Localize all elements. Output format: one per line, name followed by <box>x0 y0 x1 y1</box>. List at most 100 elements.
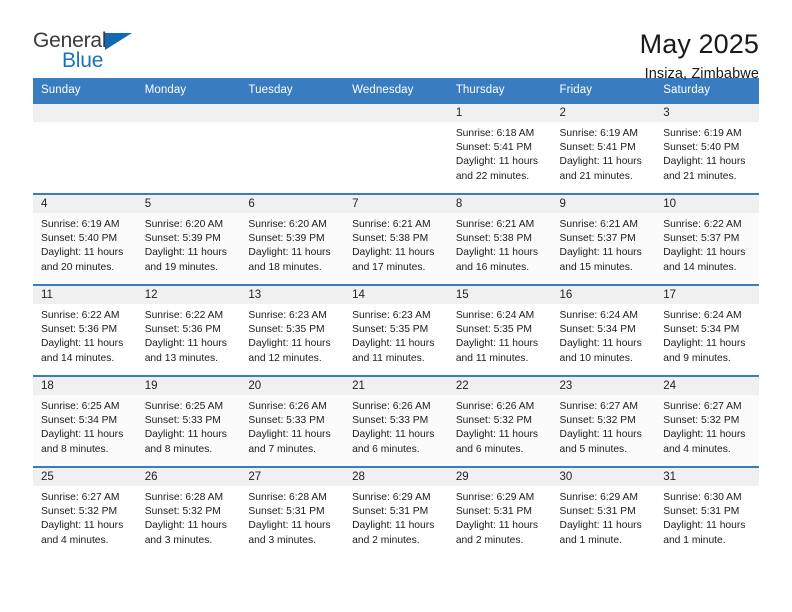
daylight-text-line1: Daylight: 11 hours <box>352 520 435 532</box>
calendar-cell-inner: 18 Sunrise: 6:25 AM Sunset: 5:34 PM Dayligh… <box>33 377 137 466</box>
daylight-text-line1: Daylight: 11 hours <box>144 247 227 259</box>
calendar-day-cell[interactable]: 19 Sunrise: 6:25 AM Sunset: 5:33 PM Dayligh… <box>136 375 241 467</box>
sunset-text: Sunset: 5:41 PM <box>455 142 532 154</box>
day-details: Sunrise: 6:26 AM Sunset: 5:33 PM Daylight:… <box>344 395 448 457</box>
sunset-text: Sunset: 5:35 PM <box>248 324 325 336</box>
calendar-cell-inner: 23 Sunrise: 6:27 AM Sunset: 5:32 PM Dayligh… <box>551 377 656 466</box>
calendar-day-cell[interactable]: 23 Sunrise: 6:27 AM Sunset: 5:32 PM Dayligh… <box>551 375 656 467</box>
calendar-week-row: 1 Sunrise: 6:18 AM Sunset: 5:41 PM Daylight… <box>33 102 759 194</box>
calendar-cell-inner: 11 Sunrise: 6:22 AM Sunset: 5:36 PM Dayligh… <box>33 286 137 375</box>
day-details: Sunrise: 6:23 AM Sunset: 5:35 PM Daylight:… <box>240 304 344 366</box>
calendar-day-cell[interactable]: 14 Sunrise: 6:23 AM Sunset: 5:35 PM Dayligh… <box>344 284 448 376</box>
day-number: 13 <box>240 286 345 304</box>
daylight-text-line1: Daylight: 11 hours <box>248 247 331 259</box>
calendar-cell-inner: 30 Sunrise: 6:29 AM Sunset: 5:31 PM Dayligh… <box>551 468 656 557</box>
calendar-day-cell[interactable]: 15 Sunrise: 6:24 AM Sunset: 5:35 PM Dayligh… <box>447 284 552 376</box>
daylight-text-line1: Daylight: 11 hours <box>41 247 124 259</box>
calendar-day-cell[interactable]: 5 Sunrise: 6:20 AM Sunset: 5:39 PM Daylight… <box>136 193 241 285</box>
sunrise-text: Sunrise: 6:24 AM <box>663 310 742 321</box>
calendar-body: 1 Sunrise: 6:18 AM Sunset: 5:41 PM Daylight… <box>33 102 759 557</box>
sunrise-text: Sunrise: 6:22 AM <box>144 310 224 321</box>
daylight-text-line2: and 12 minutes. <box>248 352 322 364</box>
sunrise-text: Sunrise: 6:25 AM <box>144 401 224 412</box>
calendar-day-cell[interactable]: 29 Sunrise: 6:29 AM Sunset: 5:31 PM Dayligh… <box>447 466 552 557</box>
sunrise-text: Sunrise: 6:29 AM <box>352 492 431 503</box>
day-number: 3 <box>655 104 759 122</box>
calendar-day-cell[interactable]: 3 Sunrise: 6:19 AM Sunset: 5:40 PM Daylight… <box>655 102 759 194</box>
calendar-day-cell[interactable]: 8 Sunrise: 6:21 AM Sunset: 5:38 PM Daylight… <box>447 193 552 285</box>
calendar-day-cell[interactable]: 30 Sunrise: 6:29 AM Sunset: 5:31 PM Dayligh… <box>551 466 656 557</box>
calendar-day-cell[interactable]: 11 Sunrise: 6:22 AM Sunset: 5:36 PM Dayligh… <box>33 284 137 376</box>
calendar-day-cell[interactable]: 9 Sunrise: 6:21 AM Sunset: 5:37 PM Daylight… <box>551 193 656 285</box>
daylight-text-line1: Daylight: 11 hours <box>559 338 642 350</box>
day-details: Sunrise: 6:27 AM Sunset: 5:32 PM Daylight:… <box>552 395 656 457</box>
sunrise-text: Sunrise: 6:25 AM <box>41 401 120 412</box>
calendar-cell-inner: 24 Sunrise: 6:27 AM Sunset: 5:32 PM Dayligh… <box>655 377 759 466</box>
day-number: 27 <box>240 468 345 486</box>
daylight-text-line2: and 9 minutes. <box>663 352 731 364</box>
calendar-day-cell[interactable]: 2 Sunrise: 6:19 AM Sunset: 5:41 PM Daylight… <box>551 102 656 194</box>
daylight-text-line2: and 11 minutes. <box>352 352 425 364</box>
calendar-day-cell[interactable]: 26 Sunrise: 6:28 AM Sunset: 5:32 PM Dayligh… <box>136 466 241 557</box>
general-blue-logo[interactable]: General Blue <box>33 28 143 76</box>
calendar-day-cell[interactable]: 31 Sunrise: 6:30 AM Sunset: 5:31 PM Dayligh… <box>655 466 759 557</box>
sunset-text: Sunset: 5:32 PM <box>144 506 221 518</box>
daylight-text-line1: Daylight: 11 hours <box>455 247 539 259</box>
day-number: 15 <box>447 286 552 304</box>
day-number: 26 <box>136 468 241 486</box>
day-details: Sunrise: 6:26 AM Sunset: 5:33 PM Daylight:… <box>240 395 344 457</box>
daylight-text-line2: and 1 minute. <box>663 534 726 546</box>
day-details: Sunrise: 6:29 AM Sunset: 5:31 PM Daylight:… <box>448 486 552 548</box>
calendar-day-cell[interactable]: 13 Sunrise: 6:23 AM Sunset: 5:35 PM Dayligh… <box>240 284 345 376</box>
daylight-text-line1: Daylight: 11 hours <box>248 429 331 441</box>
day-number: 25 <box>33 468 137 486</box>
sunset-text: Sunset: 5:34 PM <box>559 324 636 336</box>
day-details: Sunrise: 6:26 AM Sunset: 5:32 PM Daylight:… <box>448 395 552 457</box>
day-details: Sunrise: 6:22 AM Sunset: 5:36 PM Daylight:… <box>137 304 241 366</box>
day-details: Sunrise: 6:29 AM Sunset: 5:31 PM Daylight:… <box>552 486 656 548</box>
calendar-cell-inner: 7 Sunrise: 6:21 AM Sunset: 5:38 PM Daylight… <box>344 195 448 284</box>
calendar-day-cell[interactable]: 1 Sunrise: 6:18 AM Sunset: 5:41 PM Daylight… <box>447 102 552 194</box>
calendar-day-cell[interactable]: 18 Sunrise: 6:25 AM Sunset: 5:34 PM Dayligh… <box>33 375 137 467</box>
calendar-cell-inner: 25 Sunrise: 6:27 AM Sunset: 5:32 PM Dayligh… <box>33 468 137 557</box>
sunrise-text: Sunrise: 6:19 AM <box>559 128 638 139</box>
calendar-cell-inner: 9 Sunrise: 6:21 AM Sunset: 5:37 PM Daylight… <box>551 195 656 284</box>
calendar-day-cell[interactable]: 24 Sunrise: 6:27 AM Sunset: 5:32 PM Dayligh… <box>655 375 759 467</box>
calendar-day-cell[interactable]: 22 Sunrise: 6:26 AM Sunset: 5:32 PM Dayligh… <box>447 375 552 467</box>
calendar-cell-inner: 19 Sunrise: 6:25 AM Sunset: 5:33 PM Dayligh… <box>136 377 241 466</box>
calendar-cell-empty <box>240 102 345 194</box>
calendar-day-cell[interactable]: 28 Sunrise: 6:29 AM Sunset: 5:31 PM Dayligh… <box>344 466 448 557</box>
day-details: Sunrise: 6:21 AM Sunset: 5:38 PM Daylight:… <box>344 213 448 275</box>
sunrise-text: Sunrise: 6:29 AM <box>559 492 638 503</box>
day-details: Sunrise: 6:23 AM Sunset: 5:35 PM Daylight:… <box>344 304 448 366</box>
page-header: General Blue May 2025 Insiza, Zimbabwe <box>33 0 759 82</box>
calendar-day-cell[interactable]: 16 Sunrise: 6:24 AM Sunset: 5:34 PM Dayligh… <box>551 284 656 376</box>
day-number: 24 <box>655 377 759 395</box>
calendar-day-cell[interactable]: 20 Sunrise: 6:26 AM Sunset: 5:33 PM Dayligh… <box>240 375 345 467</box>
calendar-day-cell[interactable]: 27 Sunrise: 6:28 AM Sunset: 5:31 PM Dayligh… <box>240 466 345 557</box>
sunset-text: Sunset: 5:32 PM <box>455 415 532 427</box>
day-details: Sunrise: 6:21 AM Sunset: 5:38 PM Daylight:… <box>448 213 552 275</box>
day-details: Sunrise: 6:30 AM Sunset: 5:31 PM Daylight:… <box>655 486 759 548</box>
sunset-text: Sunset: 5:38 PM <box>352 233 429 245</box>
logo-text-general: General <box>33 29 107 52</box>
calendar-day-cell[interactable]: 4 Sunrise: 6:19 AM Sunset: 5:40 PM Daylight… <box>33 193 137 285</box>
calendar-day-cell[interactable]: 10 Sunrise: 6:22 AM Sunset: 5:37 PM Dayligh… <box>655 193 759 285</box>
day-number: 18 <box>33 377 137 395</box>
calendar-day-cell[interactable]: 25 Sunrise: 6:27 AM Sunset: 5:32 PM Dayligh… <box>33 466 137 557</box>
daylight-text-line2: and 21 minutes. <box>663 170 737 182</box>
day-details: Sunrise: 6:24 AM Sunset: 5:34 PM Daylight:… <box>655 304 759 366</box>
day-number <box>136 104 241 122</box>
daylight-text-line2: and 14 minutes. <box>663 261 737 273</box>
calendar-cell-empty <box>344 102 448 194</box>
calendar-page: General Blue May 2025 Insiza, Zimbabwe S… <box>0 0 792 612</box>
calendar-day-cell[interactable]: 6 Sunrise: 6:20 AM Sunset: 5:39 PM Daylight… <box>240 193 345 285</box>
daylight-text-line1: Daylight: 11 hours <box>663 247 746 259</box>
calendar-day-cell[interactable]: 12 Sunrise: 6:22 AM Sunset: 5:36 PM Dayligh… <box>136 284 241 376</box>
calendar-day-cell[interactable]: 21 Sunrise: 6:26 AM Sunset: 5:33 PM Dayligh… <box>344 375 448 467</box>
calendar-day-cell[interactable]: 17 Sunrise: 6:24 AM Sunset: 5:34 PM Dayligh… <box>655 284 759 376</box>
day-number: 23 <box>551 377 656 395</box>
sunrise-text: Sunrise: 6:21 AM <box>455 219 535 230</box>
calendar-day-cell[interactable]: 7 Sunrise: 6:21 AM Sunset: 5:38 PM Daylight… <box>344 193 448 285</box>
calendar-cell-empty <box>33 102 137 194</box>
